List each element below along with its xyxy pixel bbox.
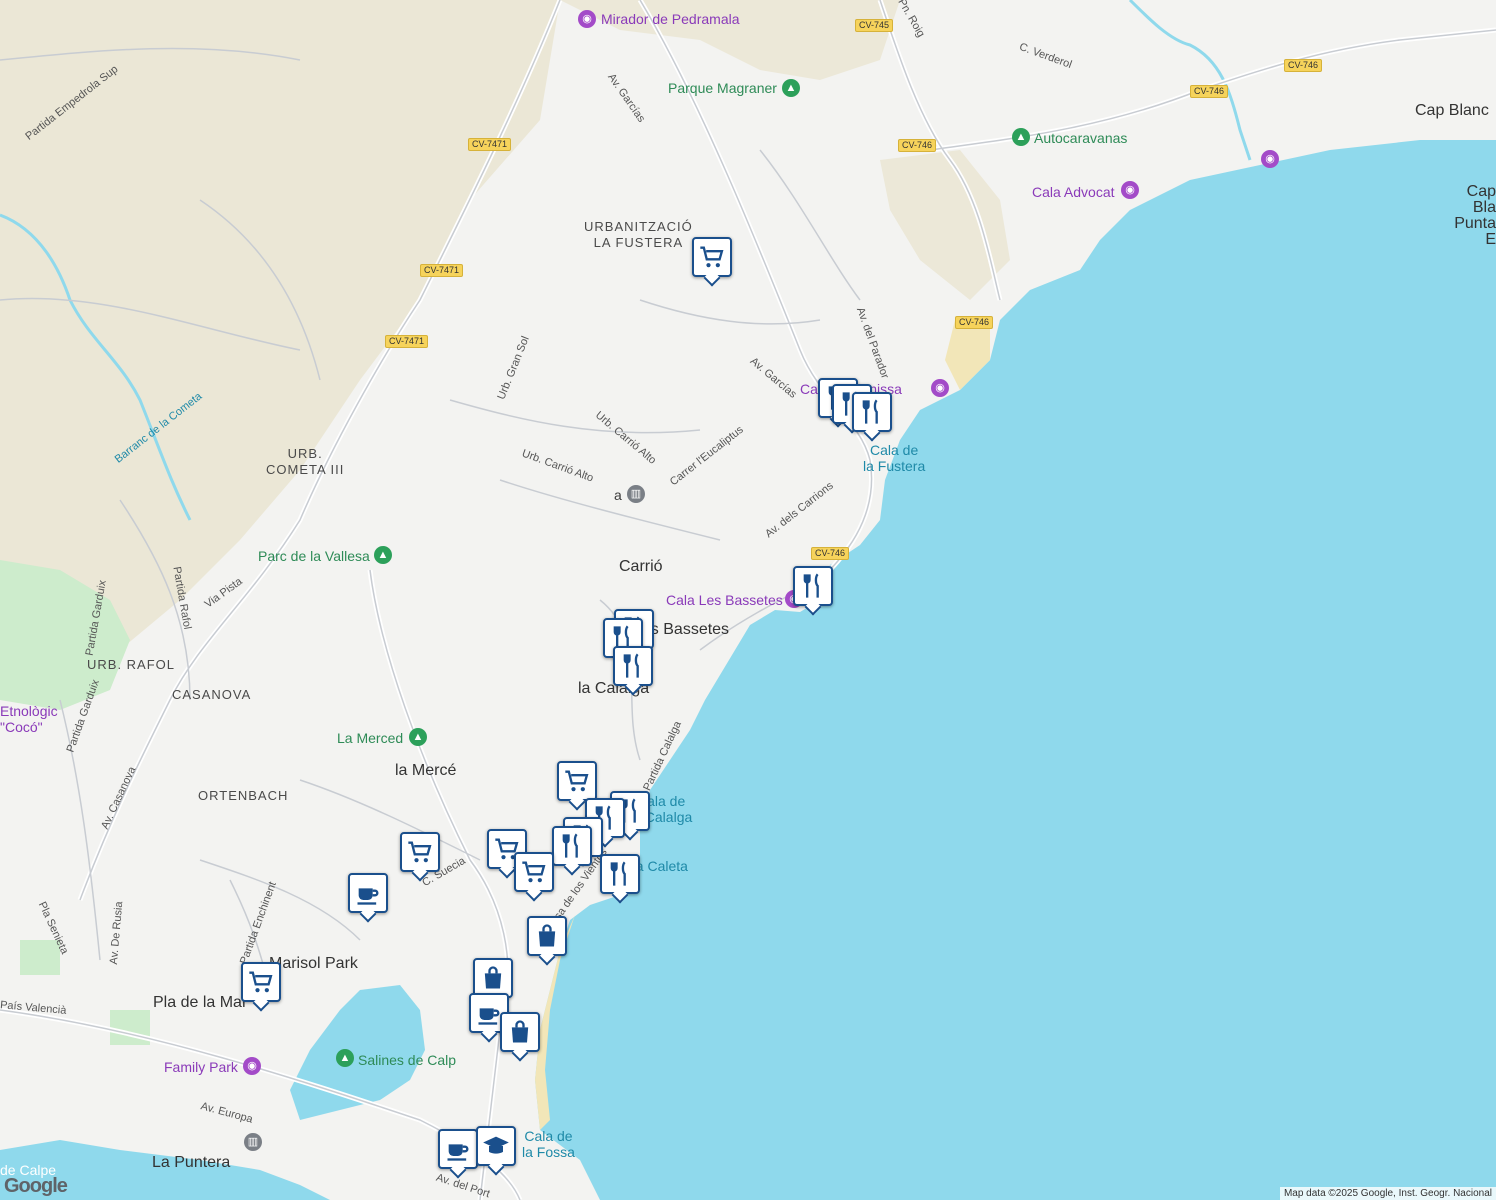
urb-cometa-label: URB. COMETA III <box>266 446 345 477</box>
shopping-bag-icon <box>538 924 556 947</box>
shopping-bag-icon <box>484 966 502 989</box>
carrio-label: Carrió <box>619 558 663 575</box>
marisol-park-label: Marisol Park <box>269 955 358 972</box>
cala-bassetes-label[interactable]: Cala Les Bassetes <box>666 592 783 608</box>
pla-de-la-mar-label: Pla de la Mar <box>153 994 248 1011</box>
shopping-cart-marker[interactable] <box>400 832 440 872</box>
amusement-icon[interactable]: ◉ <box>243 1057 261 1075</box>
etnologic-label[interactable]: Etnològic "Cocó" <box>0 703 58 735</box>
map-canvas[interactable]: Mirador de Pedramala ◉ Parque Magraner ▲… <box>0 0 1496 1200</box>
road-shield-cv746: CV-746 <box>811 547 850 560</box>
shopping-cart-icon <box>700 246 724 268</box>
road-shield-cv745: CV-745 <box>855 19 894 32</box>
la-merced-park-label[interactable]: La Merced <box>337 730 403 746</box>
fork-knife-icon <box>610 861 626 886</box>
restaurant-marker[interactable] <box>852 392 892 432</box>
camera-icon[interactable]: ◉ <box>931 379 949 397</box>
shopping-cart-marker[interactable] <box>241 962 281 1002</box>
cala-advocat-label[interactable]: Cala Advocat <box>1032 184 1115 200</box>
school-marker[interactable] <box>476 1126 516 1166</box>
shopping-cart-icon <box>408 841 432 863</box>
urb-rafol-label: URB. RAFOL <box>87 657 176 672</box>
cafe-marker[interactable] <box>348 873 388 913</box>
road-shield-cv746: CV-746 <box>898 139 937 152</box>
cafe-marker[interactable] <box>438 1129 478 1169</box>
la-puntera-label: La Puntera <box>152 1154 231 1171</box>
campground-icon[interactable]: ▲ <box>1012 128 1030 146</box>
restaurant-marker[interactable] <box>793 566 833 606</box>
camera-icon[interactable]: ◉ <box>1121 181 1139 199</box>
shopping-cart-marker[interactable] <box>557 761 597 801</box>
campground-icon[interactable]: ▲ <box>409 728 427 746</box>
fork-knife-icon <box>562 833 578 858</box>
autocaravanas-label[interactable]: Autocaravanas <box>1034 130 1127 146</box>
shopping-cart-marker[interactable] <box>692 237 732 277</box>
camera-icon[interactable]: ◉ <box>1261 150 1279 168</box>
coffee-cup-icon <box>447 1144 469 1161</box>
coffee-cup-icon <box>478 1008 500 1025</box>
road-shield-cv746: CV-746 <box>1284 59 1323 72</box>
tree-icon[interactable]: ▲ <box>782 79 800 97</box>
museum-icon[interactable]: ▥ <box>244 1133 262 1151</box>
shopping-cart-icon <box>249 971 273 993</box>
casanova-label: CASANOVA <box>172 687 252 702</box>
road-shield-cv7471: CV-7471 <box>385 335 429 348</box>
fork-knife-icon <box>803 573 819 598</box>
la-merce-label: la Mercé <box>395 762 457 779</box>
cala-fossa-label[interactable]: Cala de la Fossa <box>522 1128 575 1160</box>
coffee-cup-icon <box>357 888 379 905</box>
camera-icon[interactable]: ◉ <box>578 10 596 28</box>
restaurant-marker[interactable] <box>552 826 592 866</box>
shopping-bag-marker[interactable] <box>500 1012 540 1052</box>
tree-icon[interactable]: ▲ <box>374 546 392 564</box>
shopping-bag-marker[interactable] <box>527 916 567 956</box>
tree-icon[interactable]: ▲ <box>336 1049 354 1067</box>
shopping-bag-marker[interactable] <box>473 958 513 998</box>
shopping-cart-icon <box>565 770 589 792</box>
family-park-label[interactable]: Family Park <box>164 1059 238 1075</box>
parque-magraner-label[interactable]: Parque Magraner <box>668 80 777 96</box>
graduation-cap-icon <box>483 1136 509 1154</box>
map-attribution[interactable]: Map data ©2025 Google, Inst. Geogr. Naci… <box>1279 1187 1496 1200</box>
mirador-label[interactable]: Mirador de Pedramala <box>601 11 740 27</box>
shopping-cart-marker[interactable] <box>514 852 554 892</box>
cap-blanc-punta-label: Cap Bla Punta E <box>1454 183 1496 248</box>
cala-fustera-label[interactable]: Cala de la Fustera <box>863 442 925 474</box>
road-shield-cv746: CV-746 <box>1190 85 1229 98</box>
road-shield-cv746: CV-746 <box>955 316 994 329</box>
fork-knife-icon <box>623 653 639 678</box>
fork-knife-icon <box>862 399 878 424</box>
cap-blanc-label: Cap Blanc <box>1415 102 1489 119</box>
restaurant-marker[interactable] <box>613 646 653 686</box>
urb-la-fustera-label: URBANITZACIÓ LA FUSTERA <box>584 219 693 250</box>
ortenbach-label: ORTENBACH <box>198 788 289 803</box>
salines-label[interactable]: Salines de Calp <box>358 1052 456 1068</box>
museum-icon[interactable]: ▥ <box>627 485 645 503</box>
museum-label[interactable]: a <box>614 487 622 503</box>
road-shield-cv7471: CV-7471 <box>420 264 464 277</box>
shopping-bag-icon <box>511 1020 529 1043</box>
google-logo: Google <box>4 1175 68 1197</box>
restaurant-marker[interactable] <box>600 854 640 894</box>
road-shield-cv7471: CV-7471 <box>468 138 512 151</box>
shopping-cart-icon <box>522 861 546 883</box>
parc-vallesa-label[interactable]: Parc de la Vallesa <box>258 548 370 564</box>
